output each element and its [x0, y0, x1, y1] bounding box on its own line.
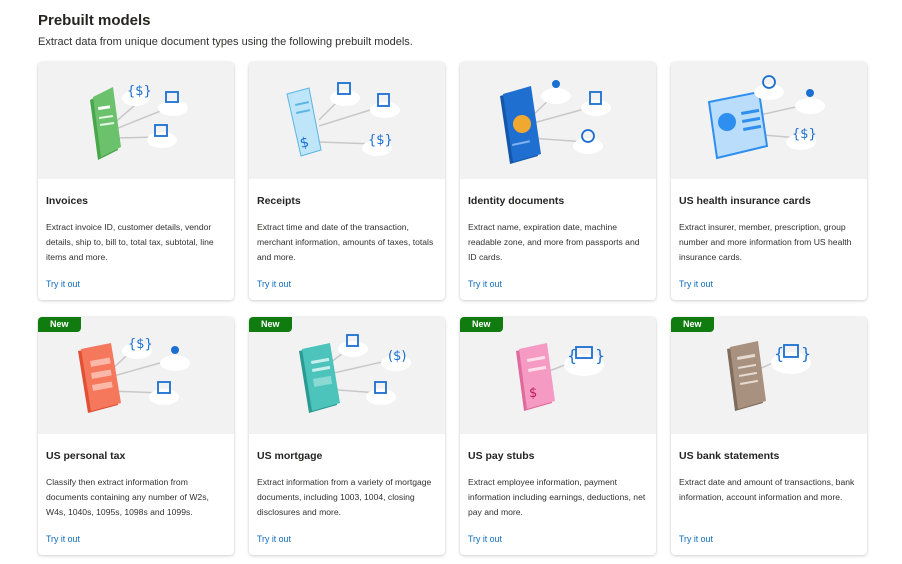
bank-statement-icon: { }	[727, 341, 811, 411]
svg-text:}: }	[595, 346, 605, 365]
new-badge: New	[249, 317, 292, 332]
card-illustration: {$}	[38, 317, 234, 434]
card-title: Receipts	[257, 195, 301, 207]
card-illustration: {$}	[38, 62, 234, 179]
try-it-out-link[interactable]: Try it out	[46, 279, 80, 289]
svg-text:{$}: {$}	[792, 127, 817, 142]
svg-text:{$}: {$}	[368, 133, 393, 148]
card-description: Extract date and amount of transactions,…	[679, 477, 855, 502]
tax-form-icon: {$}	[78, 337, 190, 413]
page-title: Prebuilt models	[38, 12, 151, 29]
card-description: Extract insurer, member, prescription, g…	[679, 222, 852, 262]
health-card-icon: {$}	[707, 75, 825, 160]
card-title: US health insurance cards	[679, 195, 811, 207]
model-card-us-health-insurance-cards[interactable]: {$} US health insurance cards Extract in…	[671, 62, 867, 300]
try-it-out-link[interactable]: Try it out	[679, 279, 713, 289]
card-description: Extract employee information, payment in…	[468, 477, 646, 517]
card-illustration	[460, 62, 656, 179]
new-badge: New	[460, 317, 503, 332]
passport-icon	[500, 80, 611, 164]
model-card-us-pay-stubs[interactable]: New $ { } US pay stubs Extract employee …	[460, 317, 656, 555]
svg-text:{$}: {$}	[128, 337, 153, 352]
new-badge: New	[38, 317, 81, 332]
card-title: Invoices	[46, 195, 89, 207]
mortgage-document-icon: ($)	[299, 334, 411, 413]
try-it-out-link[interactable]: Try it out	[679, 534, 713, 544]
card-illustration: ($)	[249, 317, 445, 434]
model-card-grid: {$} Invoices Extract invoice ID, custome…	[38, 62, 867, 555]
card-illustration: { }	[671, 317, 867, 434]
svg-text:{: {	[774, 344, 784, 363]
try-it-out-link[interactable]: Try it out	[257, 279, 291, 289]
card-description: Extract invoice ID, customer details, ve…	[46, 222, 214, 262]
receipt-document-icon: $ {$}	[286, 82, 400, 157]
pay-stub-icon: $ { }	[516, 343, 605, 411]
model-card-invoices[interactable]: {$} Invoices Extract invoice ID, custome…	[38, 62, 234, 300]
card-description: Extract time and date of the transaction…	[257, 222, 434, 262]
card-title: US bank statements	[679, 450, 780, 462]
model-card-us-mortgage[interactable]: New ($) US mortgage Extract information …	[249, 317, 445, 555]
new-badge: New	[671, 317, 714, 332]
svg-text:{$}: {$}	[127, 84, 152, 99]
svg-text:($): ($)	[388, 349, 406, 364]
card-title: US personal tax	[46, 450, 126, 462]
card-description: Extract information from a variety of mo…	[257, 477, 432, 517]
model-card-us-bank-statements[interactable]: New { } US bank statements Extract date …	[671, 317, 867, 555]
model-card-receipts[interactable]: $ {$} Receipts Extract time and date of …	[249, 62, 445, 300]
try-it-out-link[interactable]: Try it out	[468, 279, 502, 289]
try-it-out-link[interactable]: Try it out	[46, 534, 80, 544]
card-description: Classify then extract information from d…	[46, 477, 209, 517]
invoice-document-icon: {$}	[90, 84, 188, 160]
card-illustration: $ {$}	[249, 62, 445, 179]
try-it-out-link[interactable]: Try it out	[468, 534, 502, 544]
card-illustration: $ { }	[460, 317, 656, 434]
card-description: Extract name, expiration date, machine r…	[468, 222, 640, 262]
try-it-out-link[interactable]: Try it out	[257, 534, 291, 544]
card-illustration: {$}	[671, 62, 867, 179]
page-subtitle: Extract data from unique document types …	[38, 36, 413, 48]
model-card-us-personal-tax[interactable]: New {$} US personal tax Classify then ex…	[38, 317, 234, 555]
card-title: US mortgage	[257, 450, 323, 462]
model-card-identity-documents[interactable]: Identity documents Extract name, expirat…	[460, 62, 656, 300]
card-title: US pay stubs	[468, 450, 535, 462]
svg-text:}: }	[801, 344, 811, 363]
card-title: Identity documents	[468, 195, 565, 207]
svg-text:$: $	[529, 386, 537, 401]
